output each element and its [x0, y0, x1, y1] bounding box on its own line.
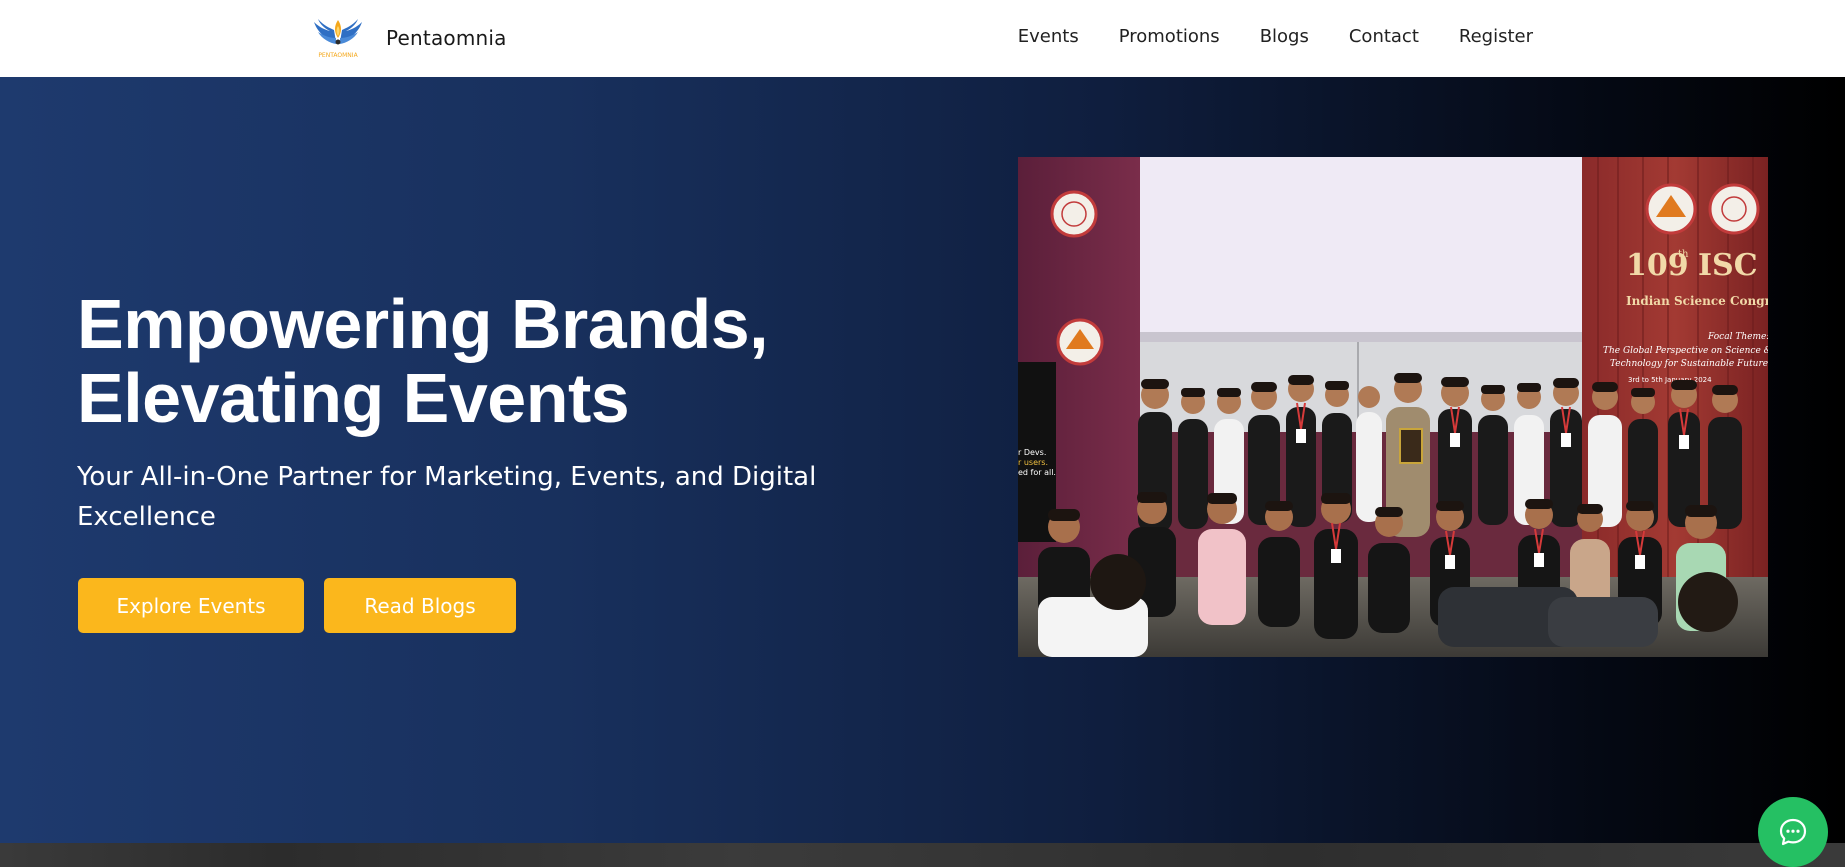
read-blogs-button[interactable]: Read Blogs [324, 578, 516, 633]
site-header: PENTAOMNIA Pentaomnia Events Promotions … [0, 0, 1845, 77]
main-nav: Events Promotions Blogs Contact Register [978, 0, 1533, 72]
svg-text:r users.: r users. [1018, 458, 1048, 467]
hero-title-line-2: Elevating Events [77, 359, 630, 437]
nav-promotions[interactable]: Promotions [1119, 26, 1220, 47]
nav-register[interactable]: Register [1459, 26, 1533, 47]
svg-text:3rd to 5th January 2024: 3rd to 5th January 2024 [1628, 376, 1712, 384]
brand-link[interactable]: PENTAOMNIA Pentaomnia [312, 16, 507, 60]
svg-text:The Global Perspective on Scie: The Global Perspective on Science & [1603, 346, 1768, 356]
hero-title: Empowering Brands, Elevating Events [77, 285, 769, 437]
winged-logo-icon: PENTAOMNIA [312, 16, 364, 60]
nav-contact[interactable]: Contact [1349, 26, 1419, 47]
svg-text:Focal Theme:: Focal Theme: [1707, 332, 1768, 342]
hero-title-line-1: Empowering Brands, [77, 285, 769, 363]
svg-text:ISC: ISC [1698, 248, 1758, 283]
svg-text:r Devs.: r Devs. [1018, 448, 1046, 457]
chat-bubble-icon [1779, 818, 1807, 846]
explore-events-button[interactable]: Explore Events [78, 578, 304, 633]
svg-text:PENTAOMNIA: PENTAOMNIA [318, 52, 358, 59]
svg-text:Indian Science Congress: Indian Science Congress [1626, 294, 1768, 308]
hero-group-photo: 109 th ISC Indian Science Congress Focal… [1018, 157, 1768, 657]
hero-section: Empowering Brands, Elevating Events Your… [0, 77, 1845, 843]
svg-text:th: th [1678, 249, 1689, 260]
nav-blogs[interactable]: Blogs [1260, 26, 1309, 47]
hero-subtitle: Your All-in-One Partner for Marketing, E… [77, 462, 817, 532]
svg-text:Technology for Sustainable Fut: Technology for Sustainable Future [1610, 359, 1768, 369]
brand-name: Pentaomnia [386, 26, 507, 50]
next-section-strip [0, 843, 1845, 867]
chat-button[interactable] [1758, 797, 1828, 867]
nav-events[interactable]: Events [1018, 26, 1079, 47]
svg-text:ed for all.: ed for all. [1018, 468, 1056, 477]
